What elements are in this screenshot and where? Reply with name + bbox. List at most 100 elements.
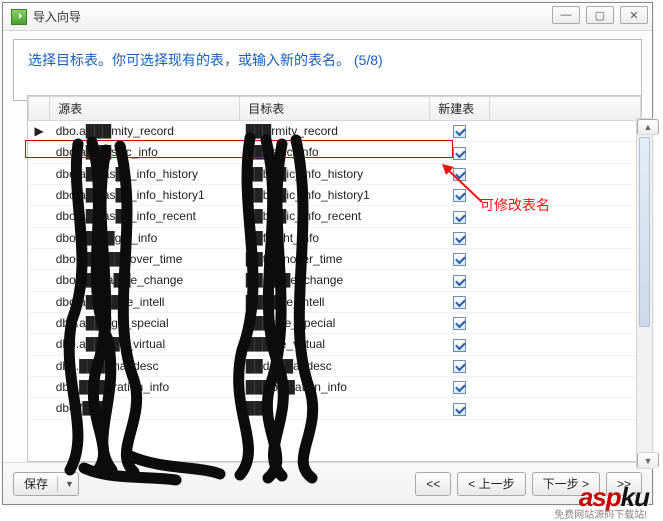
cell-source[interactable]: dbo.a██as█c_info_history [50, 163, 240, 184]
cell-newtable[interactable] [430, 312, 490, 333]
row-pointer [29, 355, 50, 376]
annotation-text: 可修改表名 [480, 195, 550, 215]
first-button[interactable]: << [415, 472, 451, 496]
header-selector [29, 97, 50, 121]
table-row[interactable]: dbo.a███ge_special███nge_special [29, 312, 641, 333]
checkbox-icon[interactable] [453, 168, 466, 181]
row-pointer [29, 248, 50, 269]
scroll-up-icon[interactable]: ▲ [637, 119, 659, 135]
cell-spacer [490, 312, 641, 333]
footer: 保存 ▼ << < 上一步 下一步 > >> [3, 462, 652, 504]
cell-newtable[interactable] [430, 334, 490, 355]
cell-source[interactable]: dbo.a████e_virtual [50, 334, 240, 355]
cell-target[interactable]: ██ra██e_change [240, 270, 430, 291]
table-row[interactable]: dbo.a██f█ght_info██f██ht_info [29, 227, 641, 248]
cell-source[interactable]: dbo.████ration_info [50, 376, 240, 397]
checkbox-icon[interactable] [453, 339, 466, 352]
header-newtable[interactable]: 新建表 [430, 97, 490, 121]
scroll-down-icon[interactable]: ▼ [637, 452, 659, 468]
row-pointer [29, 398, 50, 419]
checkbox-icon[interactable] [453, 232, 466, 245]
cell-newtable[interactable] [430, 291, 490, 312]
table-row[interactable]: dbo.a████ge_intell████ge_intell [29, 291, 641, 312]
table-row[interactable]: dbo.a██t██nover_time██t██nover_time [29, 248, 641, 269]
cell-source[interactable]: dbo.a███s█c_info [50, 142, 240, 163]
cell-source[interactable]: dbo.f███ [50, 398, 240, 419]
minimize-button[interactable]: — [552, 6, 580, 24]
table-row[interactable]: dbo.a███s█c_info███asic_info [29, 142, 641, 163]
content-area: 源表 目标表 新建表 ▶dbo.a███mity_record███rmity_… [3, 101, 652, 462]
cell-source[interactable]: dbo.a██as█c_info_recent [50, 206, 240, 227]
cell-newtable[interactable] [430, 121, 490, 142]
vertical-scrollbar[interactable]: ▲ ▼ [636, 118, 653, 469]
cell-newtable[interactable] [430, 142, 490, 163]
header-spacer [490, 97, 641, 121]
cell-spacer [490, 121, 641, 142]
cell-source[interactable]: dbo.a████ge_intell [50, 291, 240, 312]
cell-source[interactable]: dbo.a███mity_record [50, 121, 240, 142]
cell-source[interactable]: dbo.a██ra██e_change [50, 270, 240, 291]
header-target[interactable]: 目标表 [240, 97, 430, 121]
close-button[interactable]: ✕ [620, 6, 648, 24]
checkbox-icon[interactable] [453, 403, 466, 416]
wizard-window: 导入向导 — ▢ ✕ 选择目标表。你可选择现有的表，或输入新的表名。 (5/8)… [2, 2, 653, 505]
row-pointer [29, 206, 50, 227]
maximize-button[interactable]: ▢ [586, 6, 614, 24]
checkbox-icon[interactable] [453, 147, 466, 160]
cell-target[interactable]: ██b██ic_info_recent [240, 206, 430, 227]
cell-newtable[interactable] [430, 376, 490, 397]
table-row[interactable]: dbo.a██ra██e_change██ra██e_change [29, 270, 641, 291]
checkbox-icon[interactable] [453, 317, 466, 330]
checkbox-icon[interactable] [453, 189, 466, 202]
prev-button[interactable]: < 上一步 [457, 472, 525, 496]
checkbox-icon[interactable] [453, 125, 466, 138]
cell-target[interactable]: ████e_virtual [240, 334, 430, 355]
cell-newtable[interactable] [430, 163, 490, 184]
header-source[interactable]: 源表 [50, 97, 240, 121]
table-row[interactable]: dbo.████ration_info███p██ation_info [29, 376, 641, 397]
cell-spacer [490, 376, 641, 397]
cell-newtable[interactable] [430, 248, 490, 269]
checkbox-icon[interactable] [453, 275, 466, 288]
cell-newtable[interactable] [430, 227, 490, 248]
cell-target[interactable]: ██b██ic_info_history1 [240, 184, 430, 205]
checkbox-icon[interactable] [453, 211, 466, 224]
watermark-subtext: 免费网站源码下载站! [554, 506, 647, 521]
row-pointer [29, 270, 50, 291]
cell-newtable[interactable] [430, 398, 490, 419]
cell-target[interactable]: ██de██apdesc [240, 355, 430, 376]
cell-target[interactable]: ███asic_info [240, 142, 430, 163]
checkbox-icon[interactable] [453, 296, 466, 309]
cell-source[interactable]: dbo.a██f█ght_info [50, 227, 240, 248]
table-row[interactable]: ▶dbo.a███mity_record███rmity_record [29, 121, 641, 142]
save-button[interactable]: 保存 ▼ [13, 472, 79, 496]
cell-source[interactable]: dbo.a██as█c_info_history1 [50, 184, 240, 205]
row-pointer [29, 291, 50, 312]
cell-spacer [490, 334, 641, 355]
table-row[interactable]: dbo.f█████ [29, 398, 641, 419]
cell-target[interactable]: ██b██ic_info_history [240, 163, 430, 184]
cell-target[interactable]: ██t██nover_time [240, 248, 430, 269]
cell-target[interactable]: ███nge_special [240, 312, 430, 333]
cell-target[interactable]: ██ [240, 398, 430, 419]
cell-target[interactable]: ████ge_intell [240, 291, 430, 312]
window-title: 导入向导 [33, 8, 81, 25]
checkbox-icon[interactable] [453, 381, 466, 394]
table-row[interactable]: dbo.a██as█c_info_history██b██ic_info_his… [29, 163, 641, 184]
cell-target[interactable]: ███p██ation_info [240, 376, 430, 397]
table-row[interactable]: dbo.a████e_virtual████e_virtual [29, 334, 641, 355]
cell-source[interactable]: dbo.a██t██nover_time [50, 248, 240, 269]
dropdown-caret-icon: ▼ [65, 479, 74, 489]
cell-source[interactable]: dbo.a███ge_special [50, 312, 240, 333]
cell-newtable[interactable] [430, 270, 490, 291]
cell-target[interactable]: ███rmity_record [240, 121, 430, 142]
checkbox-icon[interactable] [453, 253, 466, 266]
cell-newtable[interactable] [430, 355, 490, 376]
row-pointer: ▶ [29, 121, 50, 142]
table-row[interactable]: dbo.████napdesc██de██apdesc [29, 355, 641, 376]
instruction-text: 选择目标表。你可选择现有的表，或输入新的表名。 (5/8) [28, 52, 383, 68]
cell-source[interactable]: dbo.████napdesc [50, 355, 240, 376]
checkbox-icon[interactable] [453, 360, 466, 373]
scroll-thumb[interactable] [639, 137, 650, 327]
cell-target[interactable]: ██f██ht_info [240, 227, 430, 248]
